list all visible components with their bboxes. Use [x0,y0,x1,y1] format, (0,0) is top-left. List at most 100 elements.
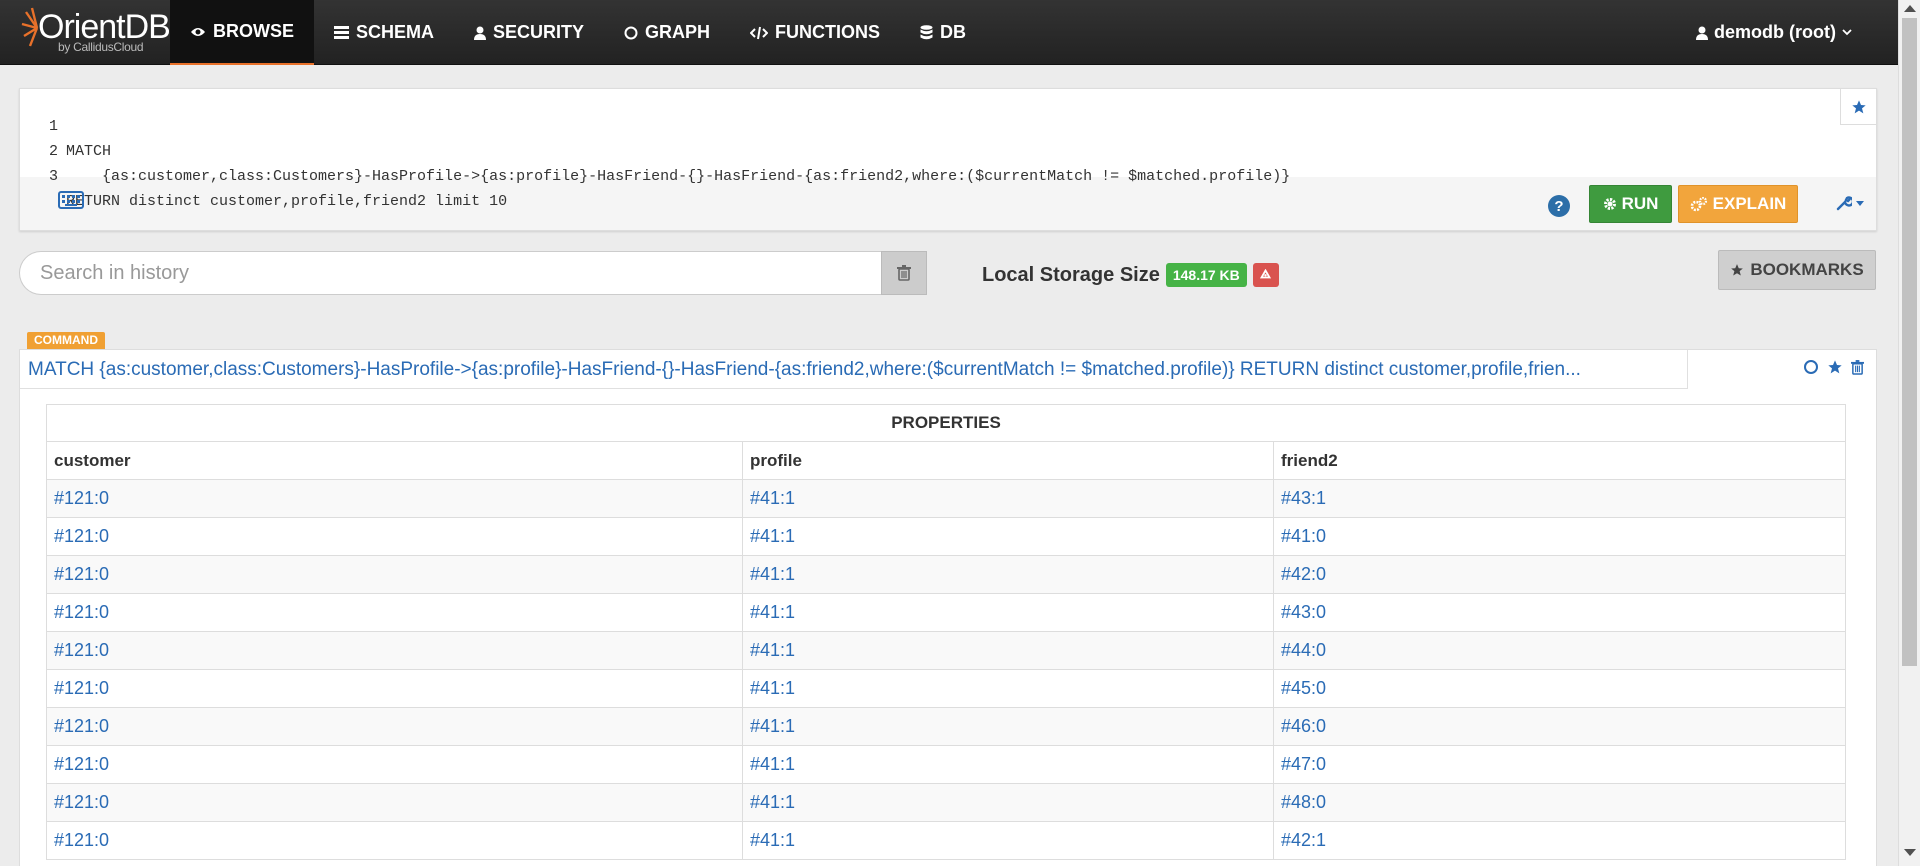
record-link[interactable]: #121:0 [54,792,109,812]
nav-graph[interactable]: GRAPH [604,0,730,65]
record-link[interactable]: #42:0 [1281,564,1326,584]
local-storage-info: Local Storage Size 148.17 KB [982,263,1279,287]
run-button[interactable]: RUN [1589,185,1672,223]
code-line: 3 RETURN distinct customer,profile,frien… [20,139,507,210]
storage-label: Local Storage Size [982,263,1160,286]
record-link[interactable]: #48:0 [1281,792,1326,812]
table-row: #121:0 #41:1 #48:0 [46,783,1846,822]
record-link[interactable]: #121:0 [54,564,109,584]
result-query-title[interactable]: MATCH {as:customer,class:Customers}-HasP… [20,350,1688,389]
record-link[interactable]: #121:0 [54,754,109,774]
table-cell: #41:1 [742,555,1274,594]
trash-icon [897,265,911,281]
history-search-input[interactable] [19,251,881,295]
record-link[interactable]: #121:0 [54,640,109,660]
record-link[interactable]: #41:1 [750,792,795,812]
table-cell: #121:0 [46,631,743,670]
record-link[interactable]: #47:0 [1281,754,1326,774]
record-link[interactable]: #121:0 [54,602,109,622]
record-link[interactable]: #121:0 [54,678,109,698]
nav-schema-label: SCHEMA [356,22,435,42]
table-cell: #45:0 [1273,669,1846,708]
table-cell: #43:1 [1273,479,1846,518]
table-cell: #41:1 [742,517,1274,556]
record-link[interactable]: #46:0 [1281,716,1326,736]
nav-browse[interactable]: BROWSE [170,0,314,65]
record-link[interactable]: #44:0 [1281,640,1326,660]
table-cell: #43:0 [1273,593,1846,632]
record-link[interactable]: #41:1 [750,564,795,584]
nav-db[interactable]: DB [900,0,986,65]
brand-tagline: by CallidusCloud [58,40,144,54]
bookmark-query-button[interactable] [1840,89,1876,125]
run-button-label: RUN [1621,194,1659,213]
record-link[interactable]: #42:1 [1281,830,1326,850]
table-cell: #121:0 [46,707,743,746]
scroll-down-arrow[interactable] [1904,849,1916,856]
table-row: #121:0 #41:1 #45:0 [46,669,1846,708]
table-cell: #42:1 [1273,821,1846,860]
record-link[interactable]: #45:0 [1281,678,1326,698]
record-link[interactable]: #41:1 [750,754,795,774]
record-link[interactable]: #121:0 [54,830,109,850]
record-link[interactable]: #43:0 [1281,602,1326,622]
eye-icon [191,27,205,36]
bookmarks-button[interactable]: BOOKMARKS [1718,250,1876,290]
record-link[interactable]: #121:0 [54,526,109,546]
record-link[interactable]: #43:1 [1281,488,1326,508]
nav-graph-label: GRAPH [645,22,711,42]
nav-db-label: DB [940,22,967,42]
page-scrollbar[interactable] [1898,0,1920,866]
table-cell: #121:0 [46,555,743,594]
table-cell: #46:0 [1273,707,1846,746]
record-link[interactable]: #121:0 [54,716,109,736]
table-cell: #48:0 [1273,783,1846,822]
table-row: #121:0 #41:1 #41:0 [46,517,1846,556]
nav-schema[interactable]: SCHEMA [314,0,454,65]
tools-dropdown[interactable] [1836,195,1864,211]
bookmarks-button-label: BOOKMARKS [1750,260,1864,279]
record-link[interactable]: #41:1 [750,716,795,736]
record-link[interactable]: #41:1 [750,678,795,698]
wrench-icon [1836,196,1852,211]
record-link[interactable]: #41:1 [750,830,795,850]
table-row: #121:0 #41:1 #42:1 [46,821,1846,860]
table-cell: #41:1 [742,783,1274,822]
nav-functions-label: FUNCTIONS [775,22,881,42]
bookmark-result-button[interactable] [1827,359,1843,380]
orientdb-logo[interactable]: OrientDB by CallidusCloud [20,0,171,65]
graph-view-button[interactable] [1803,359,1819,380]
help-button[interactable]: ? [1548,195,1570,217]
recycle-icon [1260,268,1272,278]
record-link[interactable]: #121:0 [54,488,109,508]
delete-result-button[interactable] [1851,359,1864,380]
record-link[interactable]: #41:1 [750,526,795,546]
record-link[interactable]: #41:1 [750,488,795,508]
line-number: 3 [48,168,58,185]
result-panel: MATCH {as:customer,class:Customers}-HasP… [19,349,1877,866]
table-cell: #121:0 [46,479,743,518]
table-cell: #47:0 [1273,745,1846,784]
table-cell: #41:1 [742,745,1274,784]
explain-button[interactable]: EXPLAIN [1678,185,1798,223]
database-icon [920,25,933,40]
scroll-up-arrow[interactable] [1904,5,1916,12]
user-menu[interactable]: demodb (root) [1696,0,1852,65]
scroll-thumb[interactable] [1902,18,1917,666]
clear-history-button[interactable] [881,251,927,295]
column-header-customer[interactable]: customer [46,441,743,480]
result-panel-actions [1803,359,1864,380]
code-line-text: {as:customer,class:Customers}-HasProfile… [66,168,1291,185]
star-icon [1731,264,1744,276]
nav-functions[interactable]: FUNCTIONS [730,0,900,65]
command-badge: COMMAND [27,332,105,349]
record-link[interactable]: #41:0 [1281,526,1326,546]
nav-security[interactable]: SECURITY [454,0,604,65]
code-editor[interactable]: 1 MATCH 2 {as:customer,class:Customers}-… [20,89,1876,210]
column-header-friend2[interactable]: friend2 [1273,441,1846,480]
record-link[interactable]: #41:1 [750,640,795,660]
column-header-profile[interactable]: profile [742,441,1274,480]
record-link[interactable]: #41:1 [750,602,795,622]
keyboard-shortcuts-button[interactable] [58,191,84,214]
clear-storage-button[interactable] [1252,263,1279,287]
